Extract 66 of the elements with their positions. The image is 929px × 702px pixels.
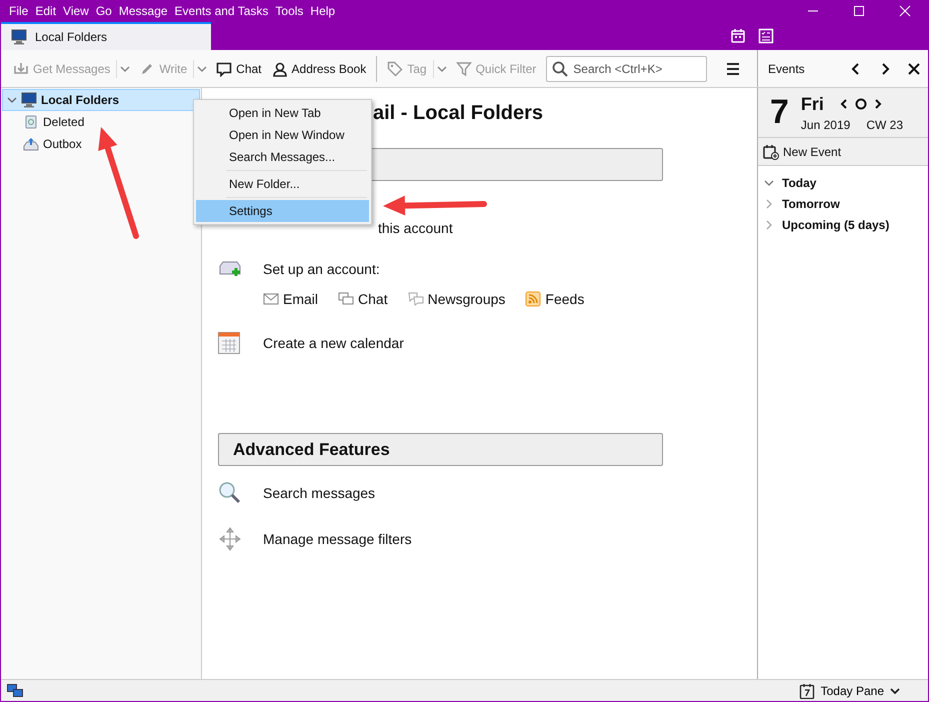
computer-icon	[21, 92, 37, 108]
page-title: ail - Local Folders	[373, 102, 544, 126]
menu-item[interactable]: View	[61, 4, 94, 18]
link-text[interactable]: Manage message filters	[263, 531, 412, 547]
account-type-link[interactable]: Chat	[338, 291, 388, 307]
account-type-link[interactable]: Newsgroups	[408, 291, 506, 307]
menu-item[interactable]: Events and Tasks	[172, 4, 274, 18]
close-icon[interactable]	[906, 62, 920, 76]
weekday: Fri	[800, 94, 824, 114]
menu-icon[interactable]	[725, 60, 742, 76]
funnel-icon	[456, 60, 472, 76]
menu-item[interactable]: Settings	[196, 200, 369, 222]
today-pane-button[interactable]: Today Pane	[792, 682, 906, 700]
account-type-link[interactable]: Feeds	[525, 291, 584, 307]
person-icon	[272, 60, 288, 76]
rss-icon	[525, 291, 542, 307]
agenda-section[interactable]: Today	[782, 176, 816, 190]
calendar-icon	[218, 332, 240, 354]
day-number: 7	[770, 93, 789, 132]
speech-bubbles-icon	[408, 291, 424, 307]
search-field[interactable]: Search <Ctrl+K>	[546, 56, 708, 82]
next-icon[interactable]	[874, 99, 882, 109]
toolbar-button[interactable]: Address Book	[268, 58, 370, 80]
computer-icon	[11, 29, 27, 45]
previous-icon[interactable]	[840, 99, 848, 109]
menu-item[interactable]: New Folder...	[196, 173, 369, 195]
calendar-add-icon	[763, 144, 779, 160]
menu-item[interactable]: Go	[94, 4, 117, 18]
today-circle-icon[interactable]	[854, 97, 868, 111]
tab[interactable]: Local Folders	[1, 22, 211, 50]
menu-item[interactable]: Tools	[273, 4, 308, 18]
menu-item[interactable]: File	[7, 4, 34, 18]
calendar-icon[interactable]	[730, 28, 746, 44]
network-icon	[7, 684, 23, 698]
folder-item[interactable]: Local Folders	[2, 89, 200, 111]
link-text[interactable]: Create a new calendar	[263, 335, 404, 351]
link-text[interactable]: Search messages	[263, 485, 376, 501]
month-year: Jun 2019	[800, 118, 850, 132]
tag-icon	[387, 60, 404, 76]
caret-icon	[890, 686, 900, 696]
envelope-icon	[263, 291, 279, 307]
agenda-section[interactable]: Tomorrow	[782, 196, 840, 210]
outbox-icon	[23, 136, 39, 152]
link-text[interactable]: this account	[378, 220, 453, 236]
menu-item[interactable]: Help	[308, 4, 340, 18]
speech-bubble-icon	[216, 60, 232, 76]
new-event-button[interactable]: New Event	[758, 138, 928, 166]
chevron-down-icon[interactable]	[7, 95, 17, 105]
account-add-icon	[218, 260, 242, 278]
download-icon	[13, 60, 29, 76]
search-icon	[552, 60, 568, 76]
calendar-week: CW 23	[866, 118, 903, 132]
menu-item[interactable]: Edit	[33, 4, 62, 18]
arrows-icon	[218, 527, 242, 551]
account-type-link[interactable]: Email	[263, 291, 318, 307]
pane-title: Events	[768, 62, 806, 76]
agenda-section[interactable]: Upcoming (5 days)	[782, 218, 890, 232]
toolbar-button[interactable]: Chat	[212, 58, 266, 80]
magnifier-icon	[218, 481, 242, 505]
chevron-down-icon[interactable]	[764, 178, 774, 188]
speech-bubbles-icon	[338, 291, 354, 307]
task-list-icon[interactable]	[758, 28, 774, 44]
section-header: Advanced Features	[218, 433, 663, 466]
menu-item[interactable]: Message	[116, 4, 173, 18]
section-label: Set up an account:	[263, 261, 380, 277]
calendar-day-icon	[798, 682, 815, 698]
